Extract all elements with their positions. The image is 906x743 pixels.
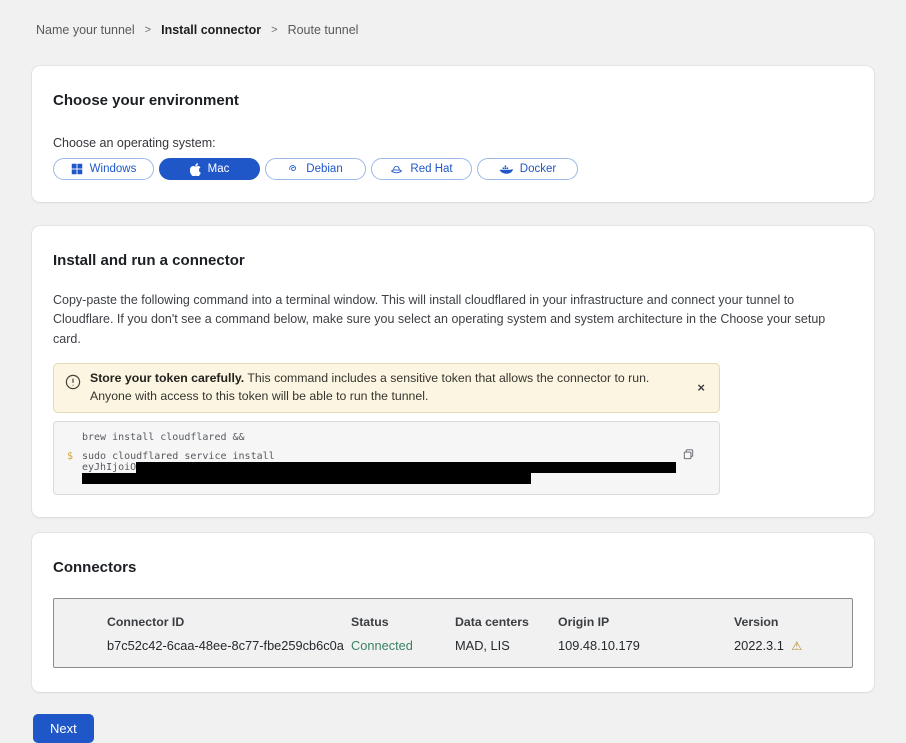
breadcrumb-step-route-tunnel[interactable]: Route tunnel xyxy=(288,23,359,37)
column-header-status: Status xyxy=(351,615,455,630)
column-header-data-centers: Data centers xyxy=(455,615,558,630)
install-command-block: brew install cloudflared && $ sudo cloud… xyxy=(53,421,720,495)
os-button-label: Debian xyxy=(306,163,342,175)
close-icon[interactable]: × xyxy=(695,381,707,394)
choose-environment-card: Choose your environment Choose an operat… xyxy=(32,66,874,202)
code-text: brew install cloudflared && xyxy=(82,432,245,443)
os-button-group: Windows Mac Debian Red Hat Docker xyxy=(53,158,853,180)
column-header-origin-ip: Origin IP xyxy=(558,615,734,630)
install-card-title: Install and run a connector xyxy=(53,252,853,269)
table-header-row: Connector ID Status Data centers Origin … xyxy=(107,615,852,630)
token-warning-text: Store your token carefully. This command… xyxy=(90,370,686,406)
breadcrumb-separator: > xyxy=(145,24,151,36)
code-line-token: eyJhIjoiO xyxy=(67,462,705,473)
status-badge: Connected xyxy=(351,638,455,654)
code-line-token-2 xyxy=(67,473,705,484)
version-value: 2022.3.1 xyxy=(734,638,784,653)
code-line-sudo: $ sudo cloudflared service install xyxy=(67,451,705,462)
environment-card-title: Choose your environment xyxy=(53,92,853,109)
breadcrumb: Name your tunnel > Install connector > R… xyxy=(0,0,906,37)
os-button-redhat[interactable]: Red Hat xyxy=(371,158,472,180)
docker-icon xyxy=(499,164,513,175)
version-cell: 2022.3.1 ⚠ xyxy=(734,638,852,654)
copy-icon[interactable] xyxy=(682,448,695,464)
connectors-table: Connector ID Status Data centers Origin … xyxy=(53,598,853,668)
warning-triangle-icon: ⚠ xyxy=(791,639,802,653)
breadcrumb-step-install-connector[interactable]: Install connector xyxy=(161,23,261,37)
install-description: Copy-paste the following command into a … xyxy=(53,291,853,349)
token-text: eyJhIjoiO xyxy=(82,462,136,473)
breadcrumb-separator: > xyxy=(271,24,277,36)
install-connector-card: Install and run a connector Copy-paste t… xyxy=(32,226,874,517)
os-button-label: Docker xyxy=(520,163,556,175)
connectors-card: Connectors Connector ID Status Data cent… xyxy=(32,533,874,692)
data-centers-value: MAD, LIS xyxy=(455,638,558,654)
origin-ip-value: 109.48.10.179 xyxy=(558,638,734,654)
os-button-label: Windows xyxy=(90,163,137,175)
column-header-version: Version xyxy=(734,615,852,630)
os-button-mac[interactable]: Mac xyxy=(159,158,260,180)
connector-id-value: b7c52c42-6caa-48ee-8c77-fbe259cb6c0a xyxy=(107,638,351,654)
code-text: sudo cloudflared service install xyxy=(82,451,275,462)
shell-prompt: $ xyxy=(67,451,82,462)
debian-icon xyxy=(288,164,299,175)
os-button-docker[interactable]: Docker xyxy=(477,158,578,180)
connectors-card-title: Connectors xyxy=(53,559,853,576)
redhat-icon xyxy=(390,164,403,175)
os-select-label: Choose an operating system: xyxy=(53,136,853,151)
windows-icon xyxy=(71,163,83,175)
os-button-label: Mac xyxy=(208,163,230,175)
next-button[interactable]: Next xyxy=(33,714,94,743)
redaction-bar xyxy=(136,462,676,473)
os-button-label: Red Hat xyxy=(410,163,452,175)
breadcrumb-step-name-tunnel[interactable]: Name your tunnel xyxy=(36,23,135,37)
os-button-debian[interactable]: Debian xyxy=(265,158,366,180)
alert-circle-icon xyxy=(65,374,81,395)
column-header-connector-id: Connector ID xyxy=(107,615,351,630)
table-row: b7c52c42-6caa-48ee-8c77-fbe259cb6c0a Con… xyxy=(107,630,852,654)
token-warning-banner: Store your token carefully. This command… xyxy=(53,363,720,413)
apple-icon xyxy=(190,163,201,176)
os-button-windows[interactable]: Windows xyxy=(53,158,154,180)
code-line-brew: brew install cloudflared && xyxy=(67,432,705,443)
token-warning-title: Store your token carefully. xyxy=(90,371,244,385)
redaction-bar xyxy=(82,473,531,484)
